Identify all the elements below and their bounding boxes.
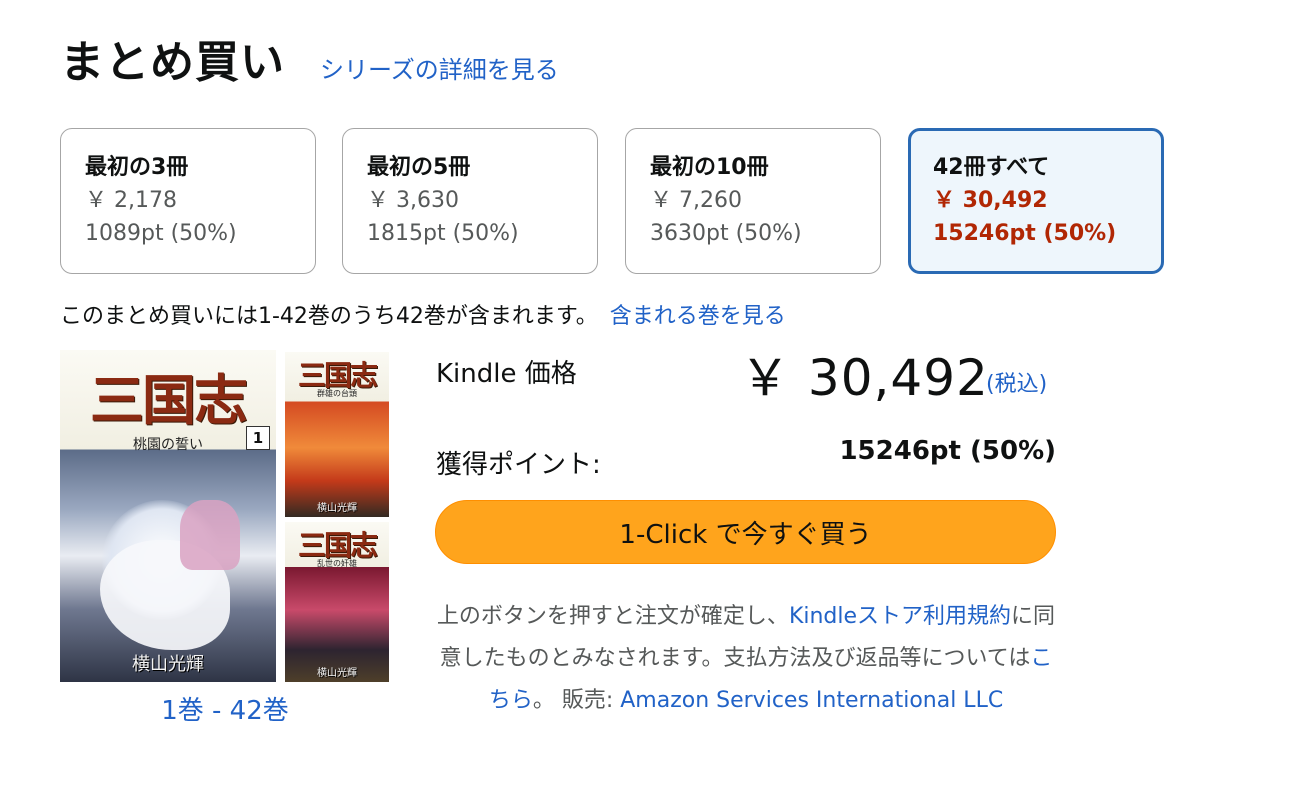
option-first-5[interactable]: 最初の5冊 ￥ 3,630 1815pt (50%) — [342, 128, 598, 274]
series-details-link[interactable]: シリーズの詳細を見る — [320, 50, 559, 85]
contains-text: このまとめ買いには1-42巻のうち42巻が含まれます。 — [60, 304, 598, 329]
points-value: 15246pt (50%) — [839, 436, 1056, 466]
one-click-buy-button[interactable]: 1-Click で今すぐ買う — [435, 500, 1056, 564]
cover-author: 横山光輝 — [132, 654, 204, 675]
purchase-terms: 上のボタンを押すと注文が確定し、Kindleストア利用規約に同意したものとみなさ… — [436, 596, 1056, 722]
cover-subtitle: 乱世の奸雄 — [317, 559, 357, 568]
option-title: 最初の3冊 — [85, 155, 189, 180]
kindle-price-value: ￥ 30,492 — [740, 349, 989, 407]
terms-text: 上のボタンを押すと注文が確定し、 — [436, 604, 789, 629]
cover-author: 横山光輝 — [317, 503, 357, 514]
cover-author: 横山光輝 — [317, 668, 357, 679]
points-label: 獲得ポイント: — [436, 450, 601, 480]
rider-art — [180, 500, 240, 570]
option-first-3[interactable]: 最初の3冊 ￥ 2,178 1089pt (50%) — [60, 128, 316, 274]
option-first-10[interactable]: 最初の10冊 ￥ 7,260 3630pt (50%) — [625, 128, 881, 274]
kindle-price-label: Kindle 価格 — [436, 359, 577, 389]
cover-volume-2[interactable]: 三国志 群雄の台頭 横山光輝 — [285, 352, 389, 517]
volume-range-link[interactable]: 1巻 - 42巻 — [60, 690, 390, 727]
option-points: 15246pt (50%) — [933, 221, 1117, 246]
option-points: 3630pt (50%) — [650, 221, 802, 246]
terms-text: 。 販売: — [532, 688, 621, 713]
option-price: ￥ 30,492 — [933, 188, 1048, 213]
option-price: ￥ 3,630 — [367, 188, 459, 213]
option-title: 42冊すべて — [933, 155, 1050, 180]
option-price: ￥ 2,178 — [85, 188, 177, 213]
option-title: 最初の5冊 — [367, 155, 471, 180]
option-all-42[interactable]: 42冊すべて ￥ 30,492 15246pt (50%) — [908, 128, 1164, 274]
page-title: まとめ買い — [60, 37, 285, 88]
option-points: 1815pt (50%) — [367, 221, 519, 246]
tax-included-link[interactable]: (税込) — [986, 366, 1047, 398]
cover-volume-3[interactable]: 三国志 乱世の奸雄 横山光輝 — [285, 522, 389, 682]
cover-title: 三国志 — [90, 368, 248, 432]
contains-info: このまとめ買いには1-42巻のうち42巻が含まれます。 含まれる巻を見る — [60, 298, 786, 330]
cover-volume-1[interactable]: 三国志 桃園の誓い 1 横山光輝 — [60, 350, 276, 682]
seller-link[interactable]: Amazon Services International LLC — [620, 688, 1003, 713]
option-points: 1089pt (50%) — [85, 221, 237, 246]
option-price: ￥ 7,260 — [650, 188, 742, 213]
cover-subtitle: 桃園の誓い — [133, 437, 203, 453]
kindle-store-terms-link[interactable]: Kindleストア利用規約 — [789, 604, 1011, 629]
cover-subtitle: 群雄の台頭 — [317, 389, 357, 398]
cover-volume-number: 1 — [246, 426, 270, 450]
included-volumes-link[interactable]: 含まれる巻を見る — [610, 304, 786, 329]
option-title: 最初の10冊 — [650, 155, 769, 180]
